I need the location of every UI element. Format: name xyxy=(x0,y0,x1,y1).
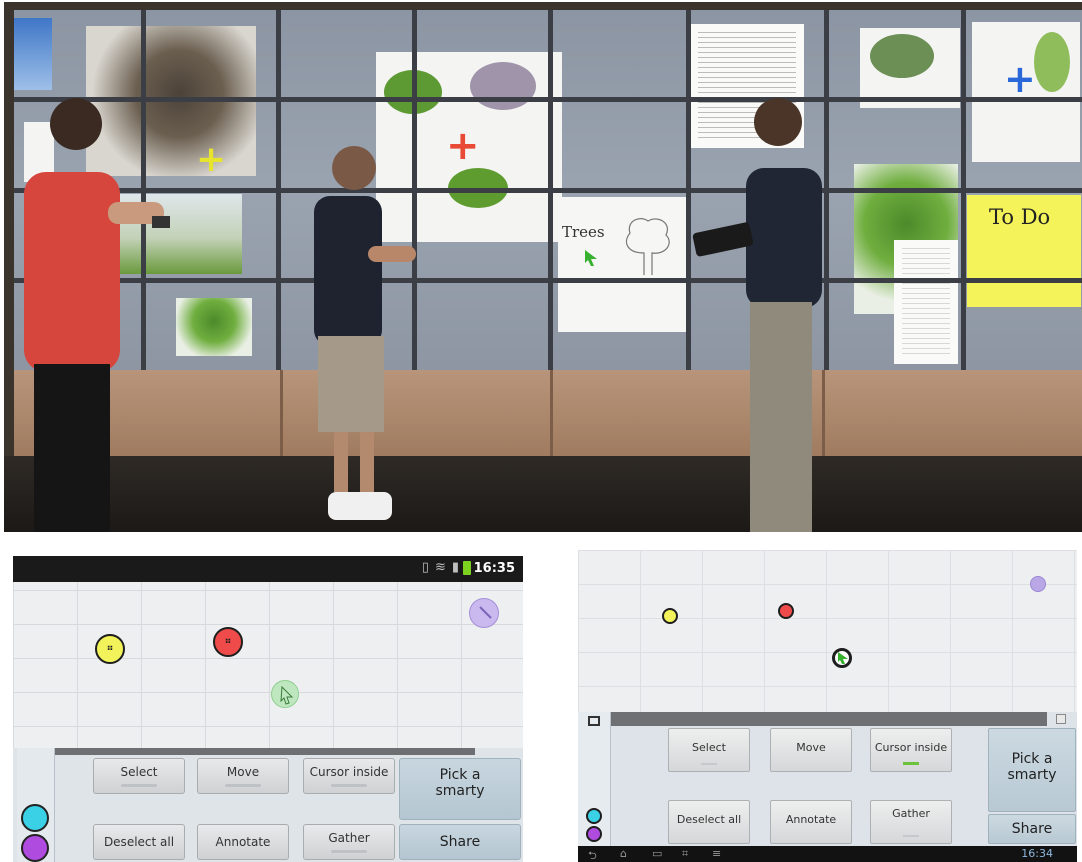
smarty-selector-column xyxy=(578,712,611,846)
annotate-button[interactable]: Annotate xyxy=(770,800,852,844)
wall-image-tree-sketch xyxy=(894,240,958,364)
selector-purple-smarty[interactable] xyxy=(586,826,602,842)
selector-cyan-smarty[interactable] xyxy=(21,804,49,832)
status-icons: ▯≋▮ xyxy=(422,560,465,575)
tree-illustration-icon xyxy=(1034,32,1070,92)
wall-image-sky-tree xyxy=(14,18,52,90)
selector-cyan-smarty[interactable] xyxy=(586,808,602,824)
wall-image-park-tree xyxy=(176,298,252,356)
deselect-all-button[interactable]: Deselect all xyxy=(93,824,185,860)
pointer-arrow-icon xyxy=(479,606,492,619)
smarty-red[interactable] xyxy=(778,603,794,619)
move-button[interactable]: Move xyxy=(197,758,289,794)
move-button[interactable]: Move xyxy=(770,728,852,772)
save-icon[interactable] xyxy=(588,716,600,726)
phone-screen: ▯≋▮ 16:35 ⠶ ⠶ Select Move Cursor inside xyxy=(13,556,523,862)
tree-illustration-icon xyxy=(470,62,536,110)
selector-purple-smarty[interactable] xyxy=(21,834,49,862)
status-time: 16:35 xyxy=(473,561,515,576)
yellow-cursor-icon: + xyxy=(196,139,227,180)
bezel-line xyxy=(14,188,1082,193)
cabinet-seam xyxy=(550,370,553,456)
back-icon[interactable]: ⮌ xyxy=(588,847,597,862)
screenshot-icon[interactable]: ⌗ xyxy=(682,847,688,861)
cursor-inside-button[interactable]: Cursor inside xyxy=(303,758,395,794)
select-button[interactable]: Select xyxy=(93,758,185,794)
wifi-icon: ≋ xyxy=(434,560,452,575)
menu-icon[interactable]: ≡ xyxy=(712,847,721,860)
smarty-lavender[interactable] xyxy=(1030,576,1046,592)
bezel-line xyxy=(14,278,1082,283)
red-cursor-icon: + xyxy=(446,123,480,169)
smarty-red[interactable]: ⠶ xyxy=(213,627,243,657)
todo-title: To Do xyxy=(989,205,1051,229)
smarty-lavender-ghost[interactable] xyxy=(469,598,499,628)
control-panel: Select Move Cursor inside Pick a smarty … xyxy=(13,748,523,862)
todo-note: To Do xyxy=(967,195,1081,307)
select-button[interactable]: Select xyxy=(668,728,750,772)
person-red-shirt xyxy=(24,98,170,532)
person-with-tablet xyxy=(692,98,822,532)
trees-label: Trees xyxy=(562,223,605,241)
panel-drag-handle[interactable] xyxy=(55,748,475,755)
pointer-arrow-icon xyxy=(838,652,848,664)
vibrate-icon: ▯ xyxy=(421,560,435,575)
composite-figure: Trees To Do + + + ▯≋▮ 16:35 ⠶ ⠶ Select M… xyxy=(0,0,1082,862)
pointer-arrow-icon xyxy=(280,685,294,705)
smarty-yellow[interactable]: ⠶ xyxy=(95,634,125,664)
deselect-all-button[interactable]: Deselect all xyxy=(668,800,750,844)
nav-time: 16:34 xyxy=(1021,847,1053,860)
gather-button[interactable]: Gather xyxy=(303,824,395,860)
panel-drag-handle[interactable] xyxy=(611,712,1047,726)
pick-smarty-button[interactable]: Pick a smarty xyxy=(988,728,1076,812)
person-center xyxy=(314,146,416,520)
smarty-green-cursor[interactable] xyxy=(832,648,852,668)
trash-icon[interactable] xyxy=(1056,714,1066,724)
bezel-line xyxy=(14,97,1082,102)
smarty-yellow[interactable] xyxy=(662,608,678,624)
tree-sketch-icon xyxy=(625,218,670,275)
tablet-screen: Select Move Cursor inside Pick a smarty … xyxy=(578,550,1077,862)
pick-smarty-button[interactable]: Pick a smarty xyxy=(399,758,521,820)
share-button[interactable]: Share xyxy=(988,814,1076,844)
annotate-button[interactable]: Annotate xyxy=(197,824,289,860)
status-bar: ▯≋▮ 16:35 xyxy=(13,556,523,582)
cursor-ghost xyxy=(271,680,299,708)
cabinet xyxy=(14,370,1082,456)
smarty-selector-column xyxy=(17,748,55,862)
control-panel: Select Move Cursor inside Pick a smarty … xyxy=(578,712,1077,846)
tree-illustration-icon xyxy=(870,34,934,78)
share-button[interactable]: Share xyxy=(399,824,521,860)
blue-cursor-icon: + xyxy=(1004,57,1036,101)
wall-display-photo: Trees To Do + + + xyxy=(4,2,1082,532)
cursor-inside-button[interactable]: Cursor inside xyxy=(870,728,952,772)
cabinet-seam xyxy=(280,370,283,456)
gather-button[interactable]: Gather xyxy=(870,800,952,844)
touchpad-grid[interactable]: ⠶ ⠶ xyxy=(13,582,523,748)
home-icon[interactable]: ⌂ xyxy=(620,847,627,860)
battery-icon xyxy=(463,561,471,575)
trees-card: Trees xyxy=(558,197,686,332)
green-cursor-icon xyxy=(585,250,597,266)
tablet-nav-bar: ⮌ ⌂ ▭ ⌗ ≡ 16:34 xyxy=(578,846,1077,862)
touchpad-grid[interactable] xyxy=(578,550,1077,712)
recent-apps-icon[interactable]: ▭ xyxy=(652,847,662,860)
